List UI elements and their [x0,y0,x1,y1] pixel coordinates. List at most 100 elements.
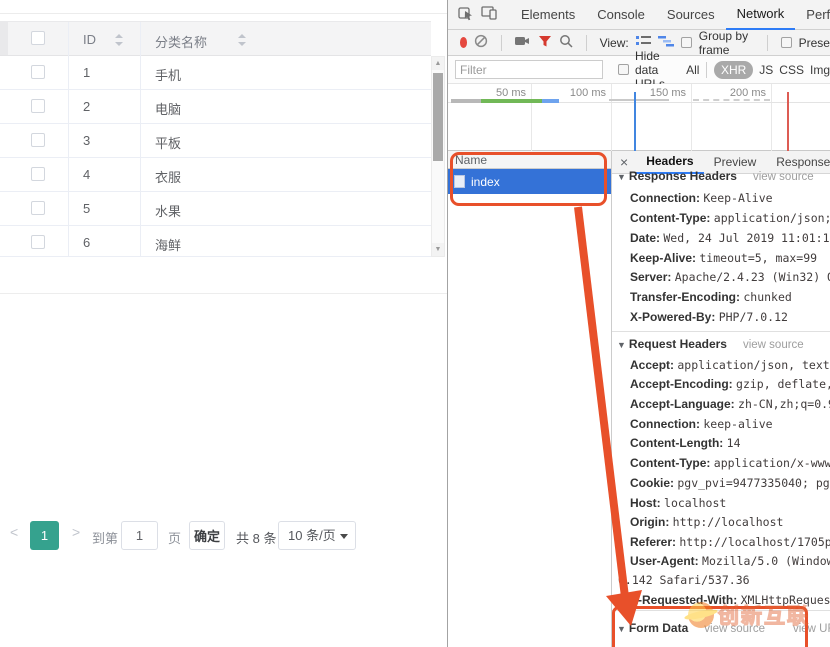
row-checkbox[interactable] [31,235,45,249]
confirm-button[interactable]: 确定 [189,521,225,550]
header-name: Keep-Alive: [630,251,696,265]
tab-console[interactable]: Console [586,0,656,30]
cell-id: 1 [83,65,90,80]
table-row[interactable]: 6 海鲜 [0,226,431,257]
header-name: User-Agent: [630,554,699,568]
network-filter-bar: Hide data URLs All XHR JS CSS Img [448,56,830,84]
header-value: chunked [743,290,791,304]
header-value: Mozilla/5.0 (Windows NT [702,554,830,568]
table-row[interactable]: 4 衣服 [0,158,431,192]
row-checkbox[interactable] [31,167,45,181]
devtools-panel: Elements Console Sources Network Perform… [447,0,830,647]
group-by-frame-label: Group by frame [699,29,754,57]
search-icon[interactable] [559,34,573,51]
response-headers-section-title[interactable]: ▼Response Headersview source [617,169,830,183]
row-checkbox[interactable] [31,99,45,113]
filter-type-img[interactable]: Img [810,63,830,77]
select-all-checkbox[interactable] [31,31,45,45]
row-checkbox[interactable] [31,65,45,79]
request-bar-green [481,99,542,103]
filter-input[interactable] [455,60,603,79]
header-name: Referer: [630,535,676,549]
next-page-button[interactable]: > [72,524,80,540]
close-icon[interactable]: × [612,154,636,170]
preserve-log-checkbox[interactable] [781,37,792,48]
triangle-down-icon: ▼ [617,340,626,350]
header-value: Keep-Alive [703,191,772,205]
hide-data-urls-checkbox[interactable] [618,64,629,75]
request-details-panel: × Headers Preview Response Coo ▼Response… [611,151,830,647]
filter-icon[interactable] [538,35,552,51]
page-size-select[interactable]: 10 条/页 [278,521,356,550]
header-name: Cookie: [630,476,674,490]
total-count-label: 共 8 条 [236,528,276,547]
header-value: pgv_pvi=9477335040; pgv_si [677,476,830,490]
header-name: Transfer-Encoding: [630,290,740,304]
tick-label: 150 ms [650,87,691,99]
header-value: http://localhost/1705phpAM [679,535,830,549]
row-checkbox[interactable] [31,133,45,147]
prev-page-button[interactable]: < [10,524,18,540]
request-bar-dashed [693,99,770,101]
filter-type-xhr[interactable]: XHR [714,61,753,79]
column-header-id[interactable]: ID [83,32,96,47]
header-value: gzip, deflate, br [736,377,830,391]
scroll-up-icon[interactable]: ▲ [432,57,444,70]
page-top-border [0,13,447,14]
cell-category-name: 水果 [155,201,181,220]
table-scrollbar[interactable]: ▲ ▼ [431,56,445,257]
request-headers-section-title[interactable]: ▼Request Headersview source [617,337,830,351]
header-value: application/x-www-for [714,456,830,470]
inspect-element-icon[interactable] [458,5,475,24]
tab-sources[interactable]: Sources [656,0,726,30]
scroll-down-icon[interactable]: ▼ [432,243,444,256]
sort-name-icon[interactable] [238,34,247,46]
view-source-link[interactable]: view source [753,171,814,183]
header-value: application/json, text/jav [677,358,830,372]
header-value: timeout=5, max=99 [699,251,817,265]
header-value: Wed, 24 Jul 2019 11:01:11 GM [663,231,830,245]
device-toolbar-icon[interactable] [481,5,498,24]
header-name: Connection: [630,191,700,205]
request-bar-grey [609,99,669,101]
sort-id-icon[interactable] [115,34,124,46]
filter-type-css[interactable]: CSS [779,63,804,77]
current-page-button[interactable]: 1 [30,521,59,550]
table-row[interactable]: 2 电脑 [0,90,431,124]
goto-page-input[interactable] [121,521,158,550]
table-row[interactable]: 1 手机 [0,56,431,90]
row-checkbox[interactable] [31,201,45,215]
record-icon[interactable] [460,37,467,48]
header-value: 14 [727,436,741,450]
tab-network[interactable]: Network [726,0,796,30]
header-name: Connection: [630,417,700,431]
group-by-frame-checkbox[interactable] [681,37,692,48]
header-name: Date: [630,231,660,245]
watermark-logo-icon [688,602,714,628]
header-name: Accept-Language: [630,397,735,411]
cell-id: 6 [83,235,90,250]
capture-screenshots-icon[interactable] [515,35,531,50]
header-value: PHP/7.0.12 [719,310,788,324]
tab-elements[interactable]: Elements [510,0,586,30]
header-value: keep-alive [703,417,772,431]
filter-type-all[interactable]: All [686,63,699,77]
column-header-name[interactable]: 分类名称 [155,32,207,51]
table-stub-header-cell [0,22,8,55]
goto-label: 到第 [92,528,118,547]
header-value: http://localhost [673,515,784,529]
filter-type-js[interactable]: JS [759,63,773,77]
request-bar-waiting [451,99,481,103]
header-name: X-Powered-By: [630,310,715,324]
table-row[interactable]: 3 平板 [0,124,431,158]
header-name: Host: [630,496,661,510]
network-overview-timeline[interactable]: 50 ms 100 ms 150 ms 200 ms 25 [448,84,830,151]
view-source-link[interactable]: view source [743,339,804,351]
header-name: Content-Length: [630,436,723,450]
preserve-log-label: Prese [799,36,830,50]
tab-performance[interactable]: Performance [795,0,830,30]
annotation-box-request [450,152,607,206]
scrollbar-thumb[interactable] [433,73,443,161]
table-row[interactable]: 5 水果 [0,192,431,226]
clear-icon[interactable] [474,34,488,51]
